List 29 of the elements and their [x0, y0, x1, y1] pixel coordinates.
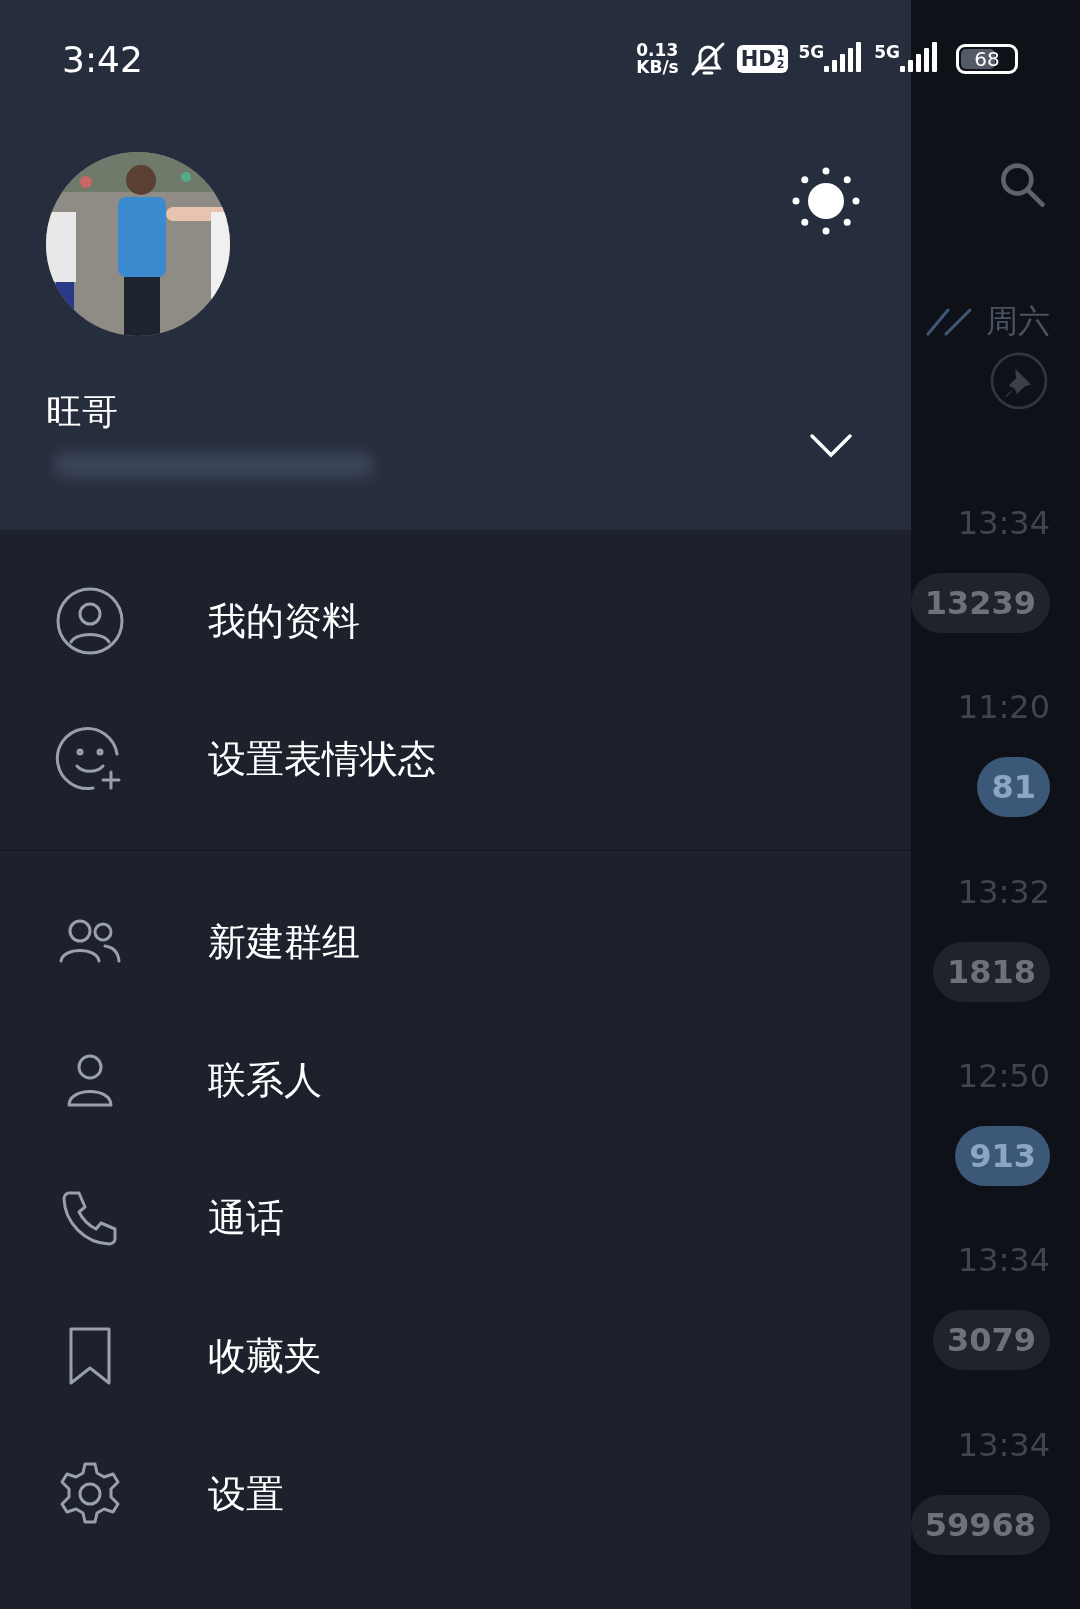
menu-item[interactable]: 设置表情状态 — [0, 690, 911, 828]
menu-item[interactable]: 通话 — [0, 1149, 911, 1287]
unread-badge: 81 — [977, 757, 1050, 818]
unread-badge: 13239 — [910, 573, 1050, 634]
sun-icon[interactable] — [790, 166, 861, 236]
chat-time: 13:34 — [957, 1240, 1050, 1281]
menu-item[interactable]: 新建群组 — [0, 873, 911, 1011]
status-time: 3:42 — [62, 38, 143, 80]
profile-icon — [55, 586, 125, 656]
chat-date: 周六 — [986, 301, 1050, 343]
network-type: 5G — [874, 42, 900, 62]
menu-item[interactable]: 设置 — [0, 1425, 911, 1563]
chat-time: 11:20 — [957, 687, 1050, 728]
chevron-down-icon[interactable] — [808, 432, 853, 460]
menu-item[interactable]: 收藏夹 — [0, 1287, 911, 1425]
menu-item[interactable]: 联系人 — [0, 1011, 911, 1149]
unread-badge: 913 — [955, 1126, 1050, 1187]
network-speed: 0.13 KB/s — [636, 42, 679, 76]
unread-badge: 59968 — [910, 1494, 1050, 1555]
menu-item[interactable]: 我的资料 — [0, 552, 911, 690]
chat-time: 13:32 — [957, 871, 1050, 912]
unread-badge: 1818 — [932, 941, 1050, 1002]
unread-badge: 3079 — [932, 1310, 1050, 1371]
user-name: 旺哥 — [46, 390, 119, 434]
chat-time: 12:50 — [957, 1056, 1050, 1097]
chat-time: 13:34 — [957, 503, 1050, 544]
network-type: 5G — [798, 42, 825, 62]
battery-level: 68 — [973, 49, 1001, 69]
chat-time: 13:34 — [957, 1424, 1050, 1465]
